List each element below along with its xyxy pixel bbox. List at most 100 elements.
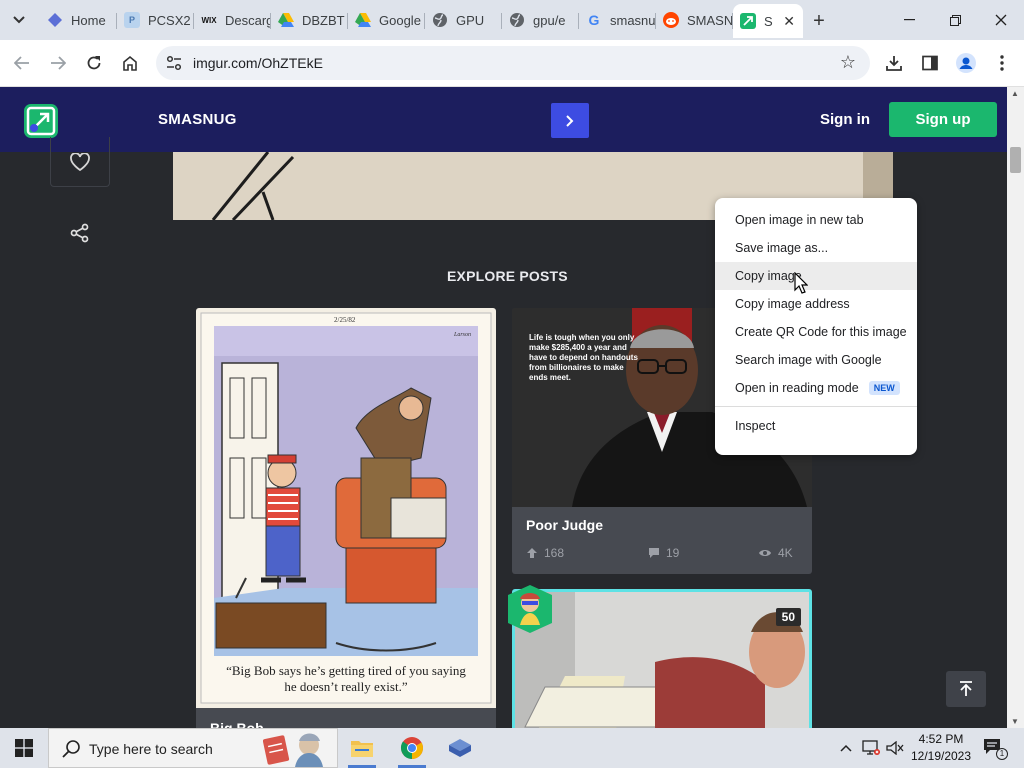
notification-center-button[interactable]: 1 <box>982 736 1008 760</box>
sign-up-button[interactable]: Sign up <box>889 102 997 137</box>
chevron-down-icon <box>13 16 25 24</box>
globe-icon <box>432 12 448 28</box>
scrollbar-thumb[interactable] <box>1010 147 1021 173</box>
site-header: SMASNUG Sign in Sign up <box>0 87 1007 152</box>
restore-icon[interactable] <box>932 0 978 40</box>
post-title[interactable]: Big Bob <box>210 720 264 728</box>
page-scrollbar[interactable]: ▲ ▼ <box>1007 87 1024 728</box>
drive-icon <box>355 12 371 28</box>
share-icon <box>70 223 89 243</box>
clock-date: 12/19/2023 <box>910 749 972 763</box>
tab-imgur-active[interactable]: S ✕ <box>733 4 803 38</box>
comment-bubble-icon <box>649 548 659 558</box>
post-thumbnail[interactable]: 2/25/82 Larson <box>196 308 496 708</box>
arrow-right-icon <box>51 56 66 70</box>
meme-text: Life is tough when you only make $285,40… <box>529 333 638 382</box>
menu-search-image-google[interactable]: Search image with Google <box>715 346 917 374</box>
minimize-icon[interactable] <box>886 0 932 40</box>
tab-search-button[interactable] <box>6 7 32 33</box>
imgur-logo-icon[interactable] <box>24 104 58 138</box>
diamond-icon <box>47 12 63 28</box>
pcsx2-app-icon <box>449 739 471 757</box>
sign-in-link[interactable]: Sign in <box>820 111 870 128</box>
next-post-button[interactable] <box>551 103 589 138</box>
tab-gpu-e[interactable]: gpu/e <box>502 6 579 34</box>
browser-toolbar: imgur.com/OhZTEkE ☆ <box>0 40 1024 87</box>
notification-count: 1 <box>996 748 1008 760</box>
back-button[interactable] <box>8 49 36 77</box>
back-to-top-button[interactable] <box>946 671 986 707</box>
share-button[interactable] <box>70 223 90 243</box>
post-card-video[interactable]: 50 <box>512 589 812 728</box>
site-brand[interactable]: SMASNUG <box>158 111 237 128</box>
menu-copy-image[interactable]: Copy image <box>715 262 917 290</box>
comment-count: 19 <box>666 546 680 560</box>
kebab-menu-icon[interactable] <box>990 51 1014 75</box>
menu-save-image-as[interactable]: Save image as... <box>715 234 917 262</box>
upvote-stat[interactable]: 168 <box>526 546 564 560</box>
comment-stat[interactable]: 19 <box>648 546 679 560</box>
scroll-down-icon[interactable]: ▼ <box>1011 717 1019 726</box>
video-thumbnail[interactable] <box>515 592 809 728</box>
imgur-icon <box>740 13 756 29</box>
network-icon[interactable] <box>860 728 882 768</box>
tab-home[interactable]: Home <box>40 6 117 34</box>
tab-strip: Home PPCSX2 WIXDescargas DBZBT Google GP… <box>0 0 1024 40</box>
mouse-cursor-icon <box>794 272 808 294</box>
forward-button[interactable] <box>44 49 72 77</box>
url-text[interactable]: imgur.com/OhZTEkE <box>193 55 323 71</box>
tab-pcsx2[interactable]: P PCSX2 <box>117 6 194 34</box>
close-tab-icon[interactable]: ✕ <box>783 13 795 30</box>
explore-posts-heading: EXPLORE POSTS <box>447 268 568 284</box>
image-context-menu: Open image in new tab Save image as... C… <box>715 198 917 455</box>
tab-descargas[interactable]: WIXDescargas <box>194 6 271 34</box>
tab-reddit[interactable]: SMASNUG <box>656 6 733 34</box>
post-title[interactable]: Poor Judge <box>526 517 603 533</box>
site-settings-icon[interactable] <box>166 55 182 71</box>
album-count-badge: 50 <box>775 608 801 626</box>
taskbar-pcsx2[interactable] <box>436 728 484 768</box>
comic-illustration: 2/25/82 Larson <box>200 312 492 704</box>
address-bar[interactable]: imgur.com/OhZTEkE ☆ <box>156 46 870 80</box>
post-card-big-bob[interactable]: 2/25/82 Larson “Big Bob says he’s gettin… <box>196 308 496 728</box>
volume-muted-icon[interactable] <box>884 728 906 768</box>
tab-google-drive[interactable]: Google <box>348 6 425 34</box>
arrow-up-icon <box>960 681 972 696</box>
eye-icon <box>759 550 771 556</box>
tab-google-search[interactable]: Gsmasnug <box>579 6 656 34</box>
start-button[interactable] <box>0 728 48 768</box>
menu-inspect[interactable]: Inspect <box>715 412 917 440</box>
folder-icon <box>351 741 373 757</box>
home-icon <box>123 55 137 71</box>
tray-overflow-icon[interactable] <box>836 728 856 768</box>
side-panel-icon[interactable] <box>918 51 942 75</box>
taskbar-file-explorer[interactable] <box>338 728 386 768</box>
profile-avatar-icon[interactable] <box>954 51 978 75</box>
menu-open-image-new-tab[interactable]: Open image in new tab <box>715 206 917 234</box>
wix-icon: WIX <box>201 15 217 25</box>
new-tab-button[interactable]: + <box>806 8 832 34</box>
google-icon: G <box>588 12 600 28</box>
menu-open-reading-mode[interactable]: Open in reading mode NEW <box>715 374 917 402</box>
menu-create-qr-code[interactable]: Create QR Code for this image <box>715 318 917 346</box>
taskbar-search-box[interactable]: Type here to search <box>48 728 338 768</box>
clock-time: 4:52 PM <box>918 732 964 746</box>
close-window-icon[interactable] <box>978 0 1024 40</box>
comic-date: 2/25/82 <box>334 316 356 324</box>
home-button[interactable] <box>116 49 144 77</box>
windows-logo-icon <box>15 739 33 757</box>
user-avatar[interactable] <box>508 585 552 633</box>
reload-button[interactable] <box>80 49 108 77</box>
favorite-button[interactable] <box>50 137 110 187</box>
taskbar-clock[interactable]: 4:52 PM 12/19/2023 <box>906 731 976 765</box>
search-highlight-illustration <box>263 733 323 767</box>
tab-gpu[interactable]: GPU <box>425 6 502 34</box>
scroll-up-icon[interactable]: ▲ <box>1011 89 1019 98</box>
menu-copy-image-address[interactable]: Copy image address <box>715 290 917 318</box>
tab-dbzbt[interactable]: DBZBT <box>271 6 348 34</box>
taskbar-chrome[interactable] <box>388 728 436 768</box>
heart-icon <box>70 152 90 171</box>
windows-taskbar: Type here to search 4:52 PM 12/19/2023 1 <box>0 728 1024 768</box>
bookmark-star-icon[interactable]: ☆ <box>840 52 856 73</box>
download-icon[interactable] <box>882 51 906 75</box>
